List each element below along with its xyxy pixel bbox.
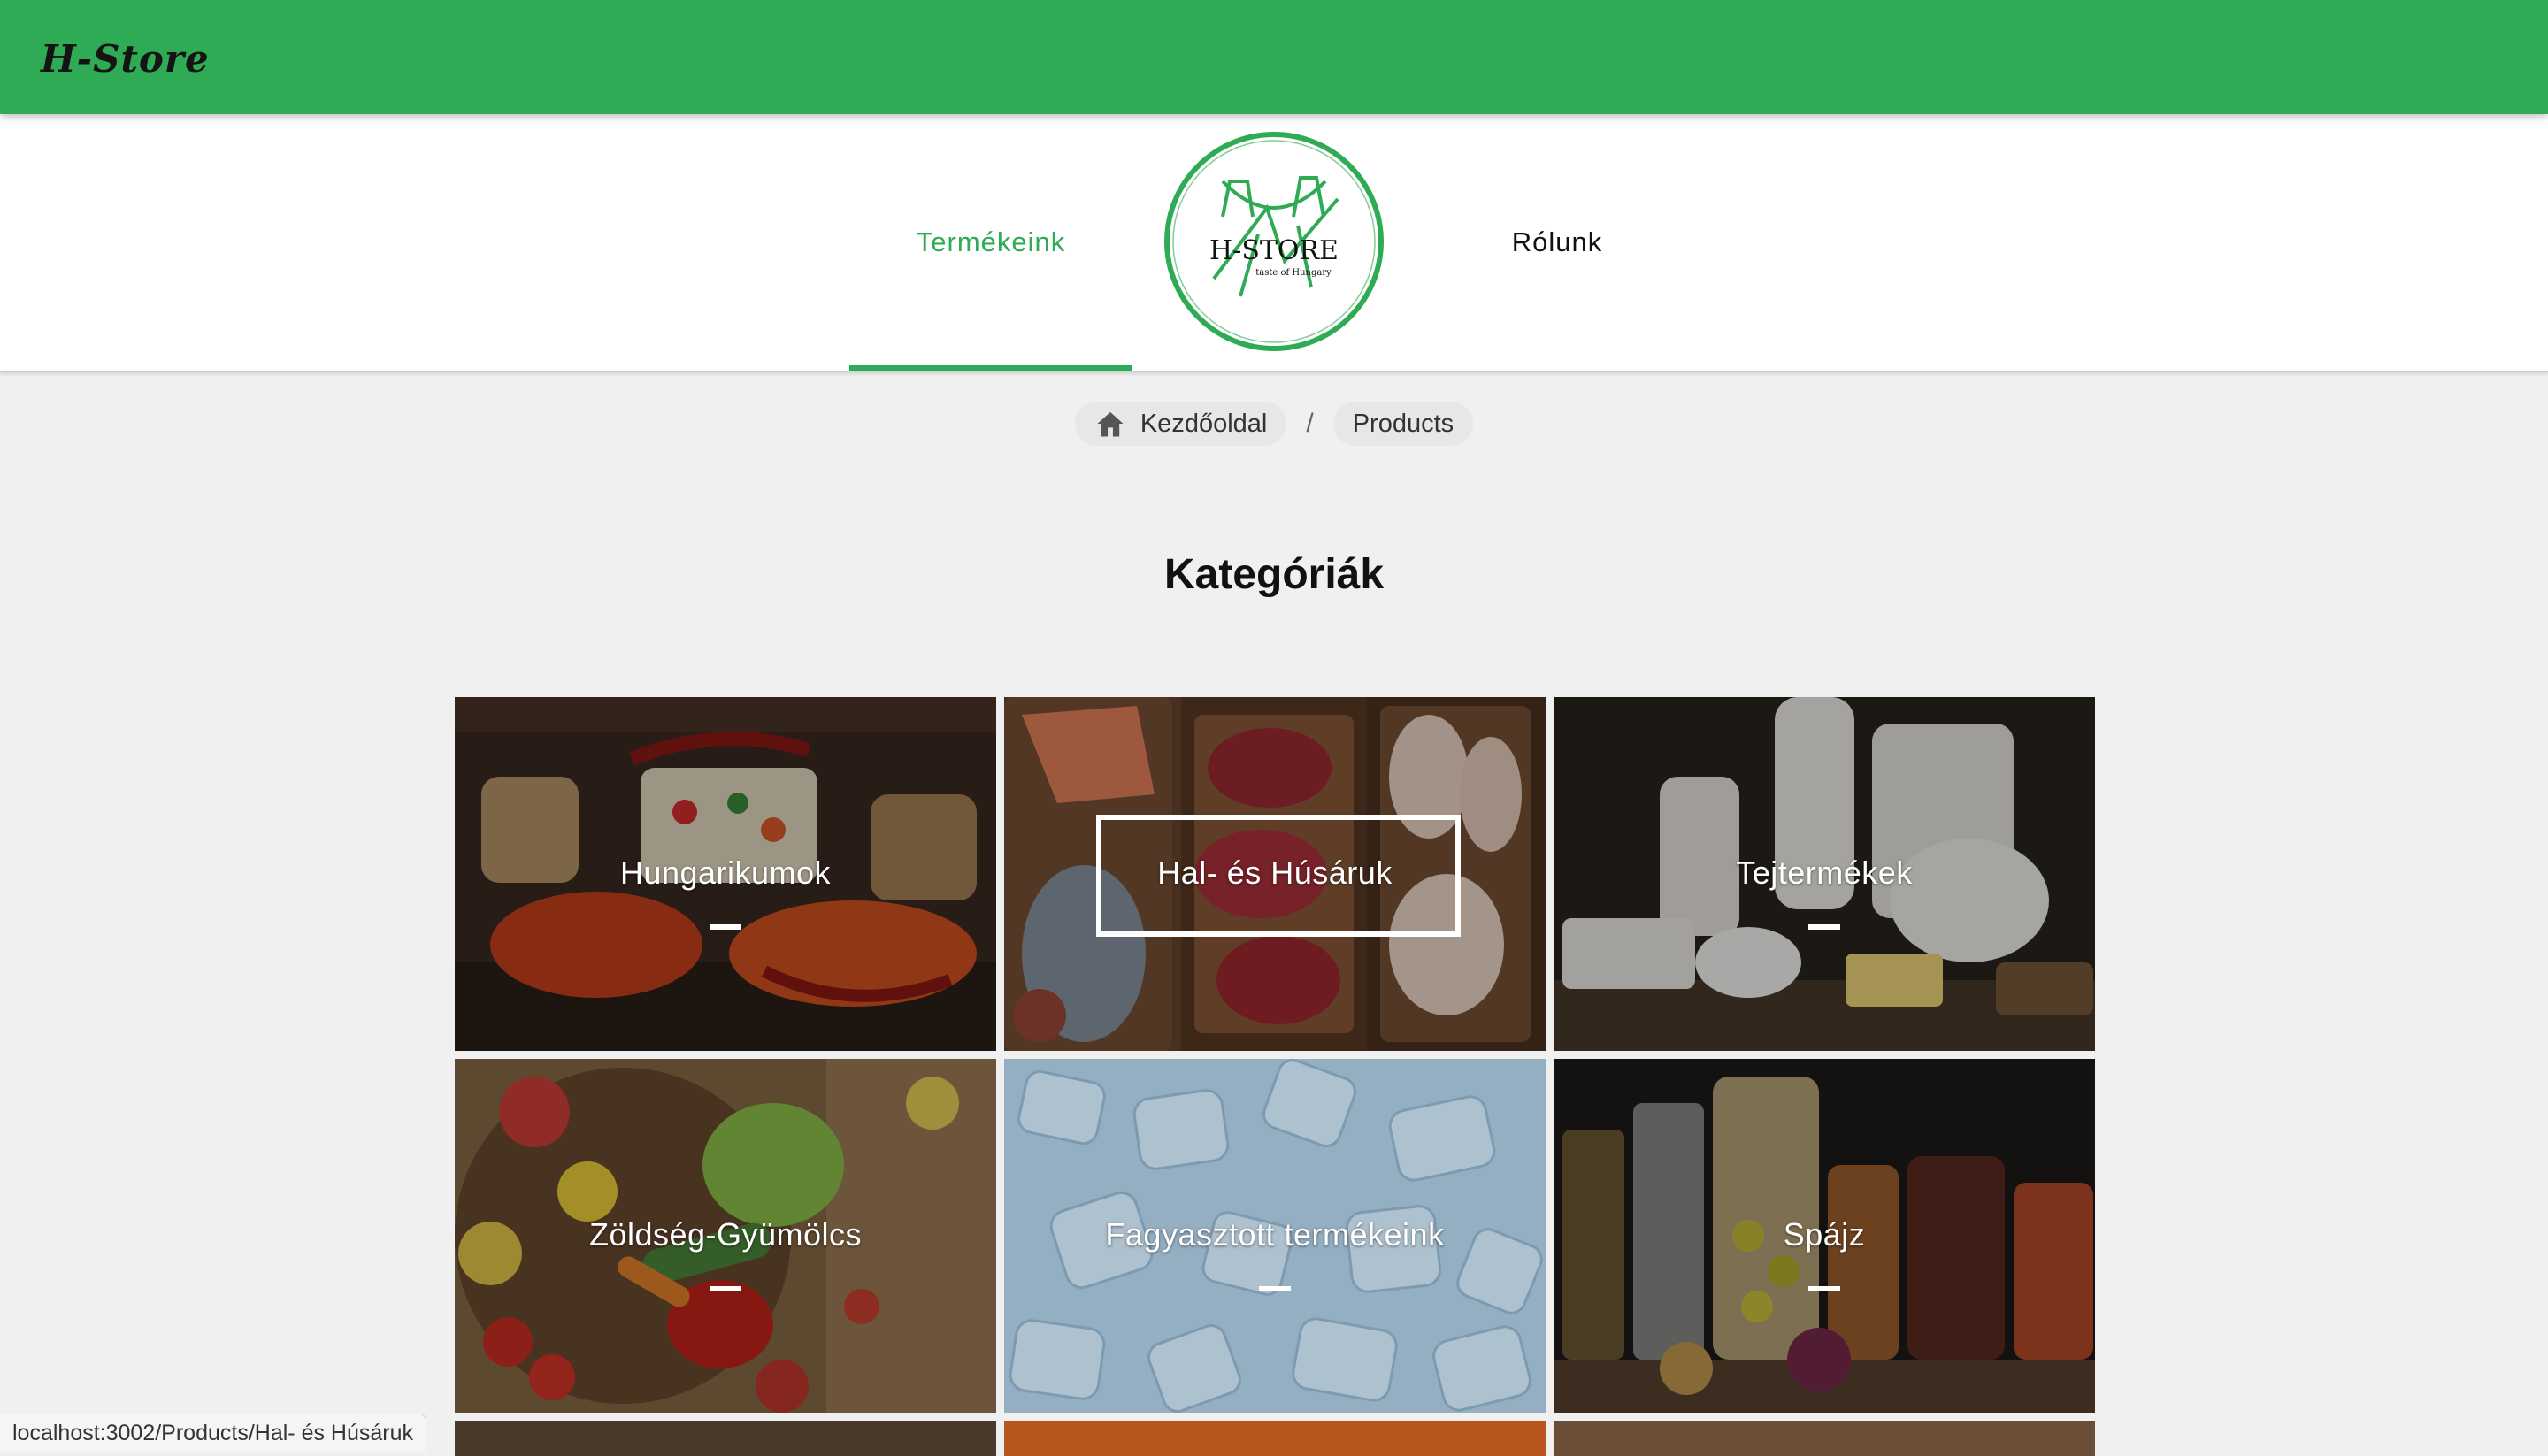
category-tile-zoldseg-gyumolcs[interactable]: Zöldség-Gyümölcs xyxy=(455,1059,996,1413)
logo-text: H-STORE xyxy=(1209,235,1339,266)
category-underline xyxy=(710,1286,741,1291)
store-logo[interactable]: H-STORE taste of Hungary xyxy=(1161,128,1387,355)
breadcrumb-separator: / xyxy=(1306,409,1314,438)
tab-products[interactable]: Termékeink xyxy=(849,114,1132,371)
category-tile-partial[interactable] xyxy=(455,1421,996,1456)
category-underline xyxy=(1259,1286,1291,1291)
app-bar: H-Store xyxy=(0,0,2548,114)
breadcrumb-home-label: Kezdőoldal xyxy=(1140,409,1268,438)
active-tab-indicator xyxy=(849,365,1132,371)
category-label: Hal- és Húsáruk xyxy=(1157,854,1393,891)
category-label: Spájz xyxy=(1783,1216,1866,1253)
category-label: Hungarikumok xyxy=(619,854,832,891)
page-title: Kategóriák xyxy=(1163,551,1385,598)
tab-about[interactable]: Rólunk xyxy=(1416,114,1699,371)
status-bar-url: localhost:3002/Products/Hal- és Húsáruk xyxy=(0,1414,427,1452)
category-underline xyxy=(710,924,741,930)
category-label: Fagyasztott termékeink xyxy=(1105,1216,1445,1253)
category-tile-spajz[interactable]: Spájz xyxy=(1554,1059,2095,1413)
category-tile-fagyasztott-termekeink[interactable]: Fagyasztott termékeink xyxy=(1004,1059,1546,1413)
nav-bar: Termékeink H-STORE taste of Hungary Rólu… xyxy=(0,114,2548,372)
breadcrumb-home[interactable]: Kezdőoldal xyxy=(1074,402,1287,446)
category-tile-hal-es-husaruk[interactable]: Hal- és Húsáruk xyxy=(1004,697,1546,1051)
category-tile-hungarikumok[interactable]: Hungarikumok xyxy=(455,697,996,1051)
category-tile-partial[interactable] xyxy=(1004,1421,1546,1456)
category-underline xyxy=(1808,924,1840,930)
category-tile-tejtermekek[interactable]: Tejtermékek xyxy=(1554,697,2095,1051)
category-tile-partial[interactable] xyxy=(1554,1421,2095,1456)
brand-title[interactable]: H-Store xyxy=(41,37,210,80)
logo-tagline: taste of Hungary xyxy=(1255,268,1332,278)
breadcrumb: Kezdőoldal / Products xyxy=(0,402,2548,446)
breadcrumb-current[interactable]: Products xyxy=(1332,402,1474,446)
tab-products-label: Termékeink xyxy=(916,226,1066,257)
category-underline xyxy=(1808,1286,1840,1291)
tab-about-label: Rólunk xyxy=(1511,226,1603,257)
breadcrumb-current-label: Products xyxy=(1352,409,1454,438)
category-label: Tejtermékek xyxy=(1736,854,1913,891)
home-icon xyxy=(1097,411,1124,437)
category-label: Zöldség-Gyümölcs xyxy=(588,1216,863,1253)
